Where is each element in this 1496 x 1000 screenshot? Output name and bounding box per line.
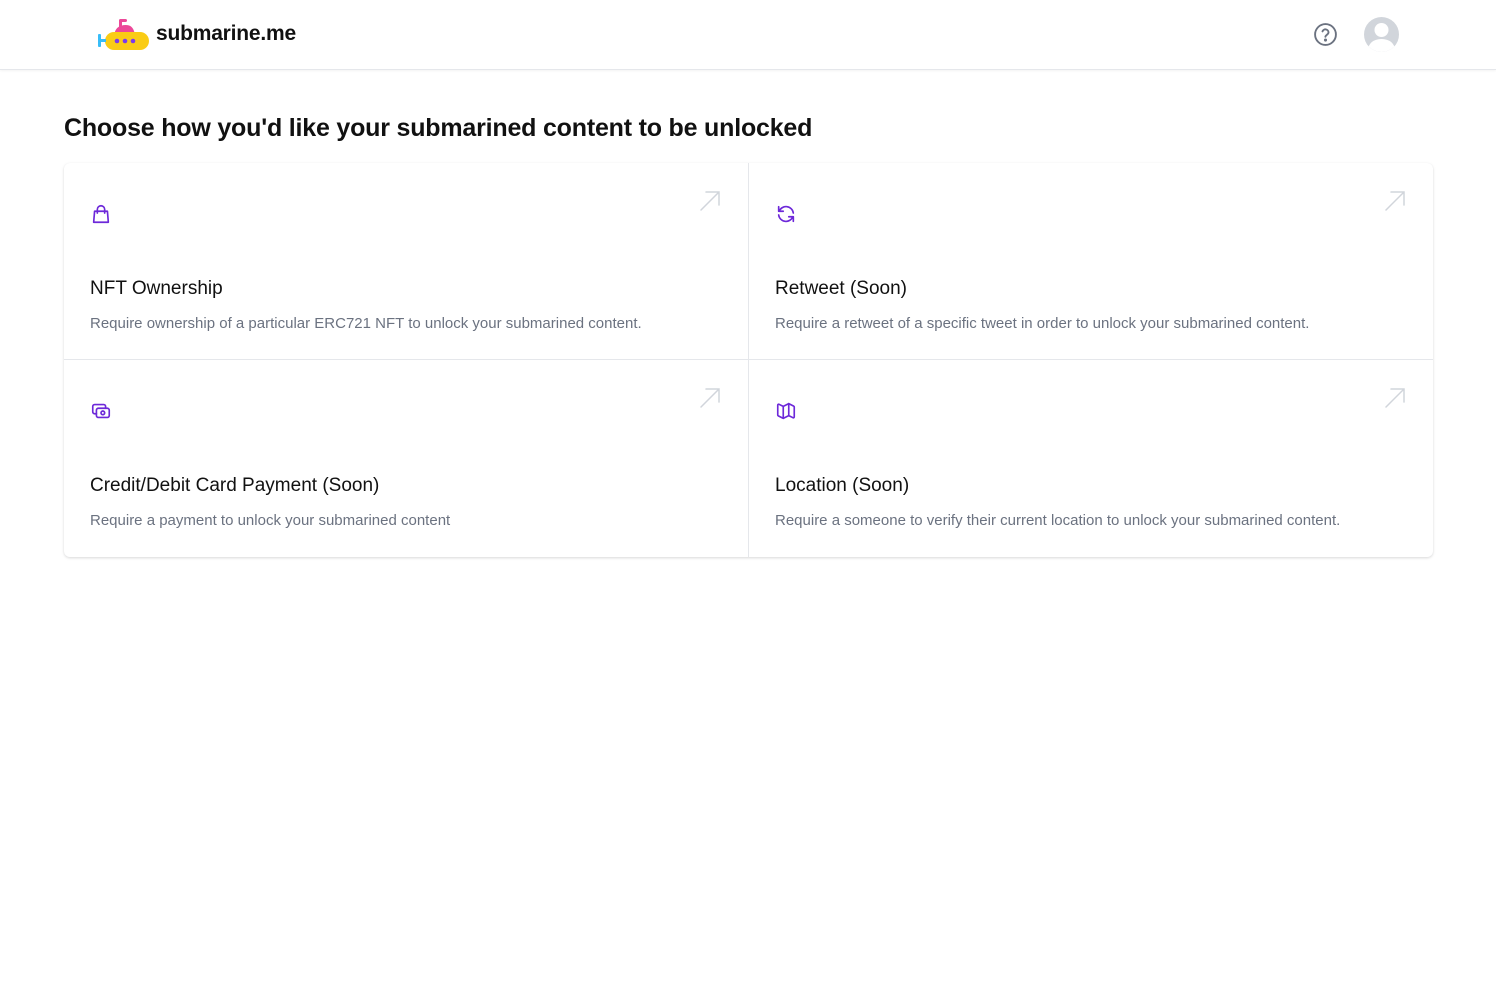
top-navbar: submarine.me <box>0 0 1496 70</box>
arrow-up-right-icon <box>700 191 720 211</box>
option-card-nft-ownership[interactable]: NFT Ownership Require ownership of a par… <box>64 163 748 359</box>
submarine-logo-icon <box>98 19 149 50</box>
arrow-up-right-icon <box>1385 388 1405 408</box>
arrow-up-right-icon <box>1385 191 1405 211</box>
option-card-retweet[interactable]: Retweet (Soon) Require a retweet of a sp… <box>749 163 1433 359</box>
option-description: Require ownership of a particular ERC721… <box>90 315 642 332</box>
arrow-up-right-icon <box>700 388 720 408</box>
shopping-bag-icon <box>92 204 110 224</box>
user-avatar[interactable] <box>1364 17 1399 52</box>
brand-home-link[interactable]: submarine.me <box>96 14 296 54</box>
option-title: Retweet (Soon) <box>775 278 908 299</box>
option-title: NFT Ownership <box>90 278 223 299</box>
option-description: Require a payment to unlock your submari… <box>90 512 451 529</box>
question-circle-icon[interactable] <box>1313 22 1338 47</box>
option-title: Credit/Debit Card Payment (Soon) <box>90 475 380 496</box>
option-card-location[interactable]: Location (Soon) Require a someone to ver… <box>749 360 1433 557</box>
unlock-options-grid: NFT Ownership Require ownership of a par… <box>64 163 1433 557</box>
map-icon <box>776 402 796 420</box>
cash-icon <box>91 403 111 419</box>
option-description: Require a retweet of a specific tweet in… <box>775 315 1310 332</box>
user-avatar-icon <box>1367 23 1396 52</box>
option-description: Require a someone to verify their curren… <box>775 512 1341 529</box>
brand-name: submarine.me <box>156 22 296 45</box>
page-title: Choose how you'd like your submarined co… <box>64 114 813 142</box>
refresh-icon <box>777 205 795 223</box>
option-title: Location (Soon) <box>775 475 910 496</box>
option-card-card-payment[interactable]: Credit/Debit Card Payment (Soon) Require… <box>64 360 748 557</box>
